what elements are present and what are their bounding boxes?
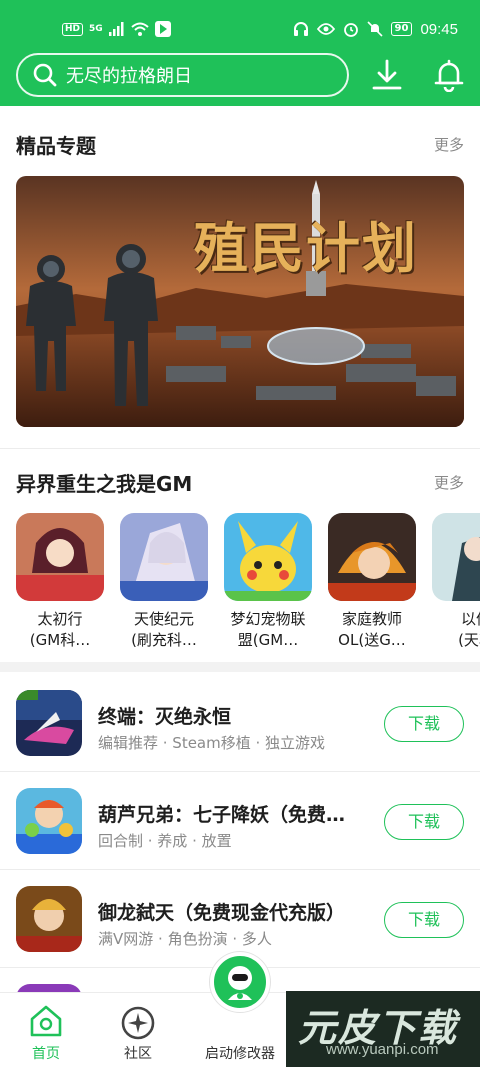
gm-game-carousel[interactable]: 太初行 (GM科… 天使纪元 (刷充科… 梦幻宠物联 盟(GM… 家庭教师 OL… [16, 513, 480, 653]
app-notification-icon [154, 21, 171, 37]
game-icon [16, 886, 82, 952]
search-placeholder: 无尽的拉格朗日 [66, 66, 192, 87]
gm-game-card[interactable]: 以仙 (天尊 [432, 513, 480, 651]
tab-launcher-label: 启动修改器 [205, 1046, 275, 1062]
game-card-name: 梦幻宠物联 盟(GM… [230, 610, 306, 649]
game-icon [16, 690, 82, 756]
gm-more-link[interactable]: 更多 [434, 472, 464, 493]
game-list-item[interactable]: 葫芦兄弟：七子降妖（免费… 回合制 · 养成 · 放置 下载 [0, 772, 480, 869]
game-icon [16, 788, 82, 854]
home-icon [30, 1005, 62, 1037]
headphones-icon [293, 22, 308, 36]
featured-more-link[interactable]: 更多 [434, 134, 464, 155]
top-header: HD 5G 90 09:45 无尽的拉格朗日 [0, 0, 480, 106]
game-card-name: 家庭教师 OL(送G… [338, 610, 406, 649]
watermark-url: www.yuanpi.com [326, 1041, 439, 1058]
game-icon [224, 513, 312, 601]
gm-game-card[interactable]: 太初行 (GM科… [16, 513, 106, 651]
game-icon [120, 513, 208, 601]
alarm-icon [343, 23, 358, 37]
game-icon [16, 513, 104, 601]
gm-game-card[interactable]: 家庭教师 OL(送G… [328, 513, 418, 651]
gm-game-card[interactable]: 天使纪元 (刷充科… [120, 513, 210, 651]
robot-icon [228, 966, 252, 1000]
community-icon [121, 1006, 155, 1040]
game-title: 终端：灭绝永恒 [98, 706, 232, 728]
tab-community-label: 社区 [124, 1046, 152, 1062]
tab-home[interactable]: 首页 [0, 993, 100, 1067]
game-title: 葫芦兄弟：七子降妖（免费… [98, 804, 346, 826]
game-card-name: 以仙 (天尊 [458, 610, 480, 649]
banner-title: 殖民计划 [194, 216, 418, 280]
game-icon [432, 513, 480, 601]
signal-icon [108, 22, 124, 36]
search-bar[interactable]: 无尽的拉格朗日 [16, 53, 349, 97]
launcher-button[interactable] [210, 952, 270, 1012]
game-card-name: 太初行 (GM科… [29, 610, 91, 649]
bell-icon[interactable] [432, 58, 466, 92]
game-tags: 满V网游 · 角色扮演 · 多人 [98, 930, 272, 948]
game-card-name: 天使纪元 (刷充科… [131, 610, 197, 649]
download-button[interactable]: 下载 [384, 706, 464, 742]
gm-section-title: 异界重生之我是GM [16, 472, 193, 496]
section-separator [0, 662, 480, 672]
download-button[interactable]: 下载 [384, 804, 464, 840]
gm-game-card[interactable]: 梦幻宠物联 盟(GM… [224, 513, 314, 651]
eye-icon [316, 23, 335, 35]
game-tags: 回合制 · 养成 · 放置 [98, 832, 232, 850]
hd-indicator: HD [62, 22, 84, 36]
tab-community[interactable]: 社区 [88, 993, 188, 1067]
download-button[interactable]: 下载 [384, 902, 464, 938]
network-indicator: 5G [89, 24, 103, 34]
featured-banner[interactable]: 殖民计划 [16, 176, 464, 427]
game-icon [328, 513, 416, 601]
section-divider [0, 448, 480, 449]
status-time: 09:45 [420, 20, 458, 38]
featured-section-title: 精品专题 [16, 134, 96, 158]
wifi-icon [131, 22, 149, 36]
game-list-item[interactable]: 终端：灭绝永恒 编辑推荐 · Steam移植 · 独立游戏 下载 [0, 674, 480, 771]
watermark: 元皮下载 www.yuanpi.com [286, 991, 480, 1067]
game-tags: 编辑推荐 · Steam移植 · 独立游戏 [98, 734, 326, 752]
battery-indicator: 90 [390, 22, 413, 36]
game-title: 御龙弑天（免费现金代充版） [98, 902, 346, 924]
status-bar: HD 5G 90 09:45 [0, 14, 480, 44]
download-icon[interactable] [370, 58, 404, 92]
search-icon [33, 63, 57, 87]
tab-home-label: 首页 [32, 1046, 60, 1062]
mute-icon [366, 21, 383, 37]
